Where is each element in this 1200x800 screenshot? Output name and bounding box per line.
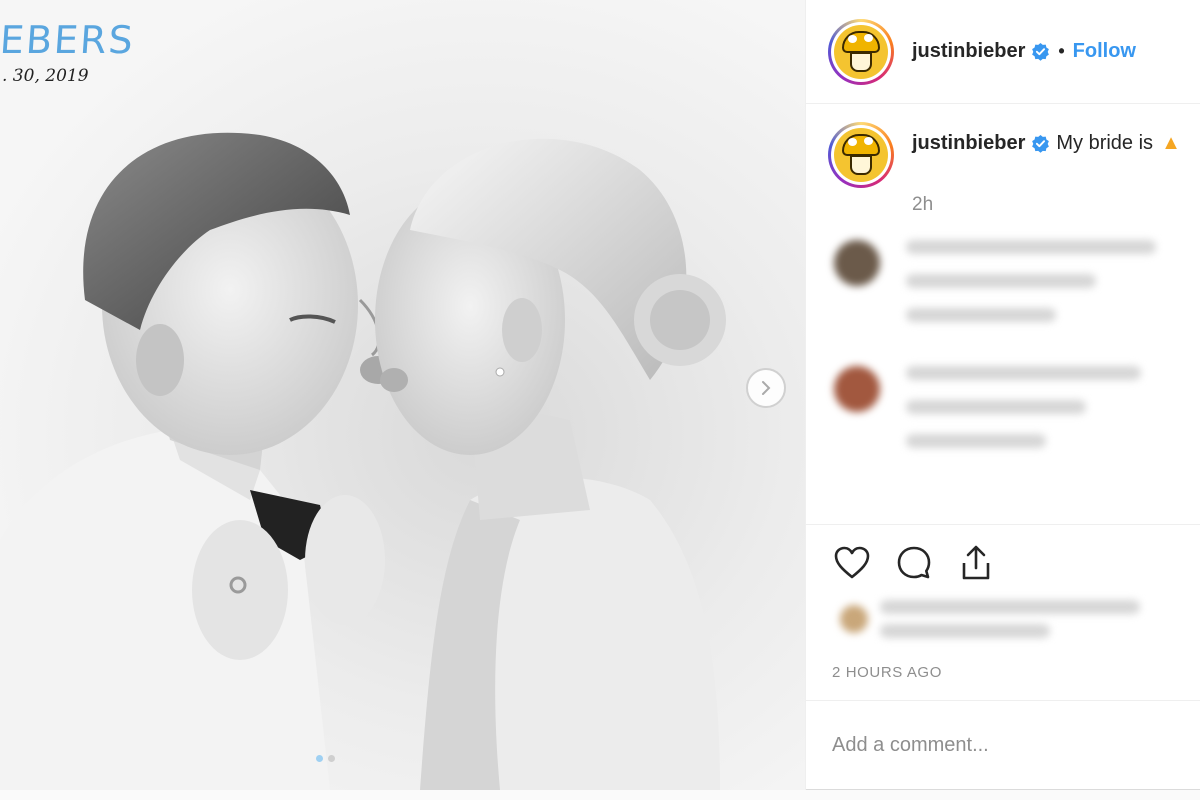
fire-emoji-icon: ▲ (1161, 132, 1181, 154)
wedding-kiss-photo (0, 132, 726, 790)
photo-overlay-date: . 30, 2019 (2, 66, 89, 86)
blurred-comment (834, 240, 1200, 342)
profile-avatar[interactable] (828, 18, 894, 85)
caption-username[interactable]: justinbieber (912, 132, 1025, 155)
share-icon[interactable] (956, 543, 996, 583)
mushroom-avatar-icon (834, 128, 888, 182)
caption-text: My bride is (1056, 132, 1154, 154)
mushroom-avatar-icon (834, 24, 888, 79)
action-bar (806, 524, 1200, 583)
heart-icon[interactable] (832, 543, 872, 583)
commenter-avatar (834, 366, 880, 412)
verified-badge-icon (1032, 134, 1050, 153)
post-photo[interactable]: EBERS . 30, 2019 (0, 0, 805, 790)
photo-overlay-title: EBERS (0, 18, 137, 62)
blurred-likes (840, 600, 1140, 638)
carousel-dot (328, 755, 335, 762)
chevron-right-icon (762, 381, 771, 395)
add-comment-input[interactable] (832, 734, 1172, 757)
add-comment-bar (806, 700, 1200, 790)
verified-badge-icon (1032, 42, 1050, 61)
post-header: justinbieber • Follow (806, 0, 1200, 104)
blurred-comment (834, 366, 1200, 468)
carousel-next-button[interactable] (746, 368, 786, 408)
comments-section: justinbieber My bride is ▲ 2h (806, 104, 1200, 522)
header-username[interactable]: justinbieber (912, 40, 1025, 63)
commenter-avatar (834, 240, 880, 286)
caption-time: 2h (912, 194, 934, 215)
caption-avatar[interactable] (828, 122, 894, 188)
carousel-dots (316, 755, 335, 762)
post-side-panel: justinbieber • Follow justinbieber My br… (805, 0, 1200, 790)
instagram-post: EBERS . 30, 2019 justinbieber • Follow j… (0, 0, 1200, 790)
follow-button[interactable]: Follow (1073, 40, 1136, 63)
header-separator: • (1058, 41, 1065, 61)
post-timestamp: 2 HOURS AGO (832, 664, 942, 681)
comment-bubble-icon[interactable] (894, 543, 934, 583)
carousel-dot-active (316, 755, 323, 762)
caption: justinbieber My bride is ▲ (828, 122, 1200, 188)
